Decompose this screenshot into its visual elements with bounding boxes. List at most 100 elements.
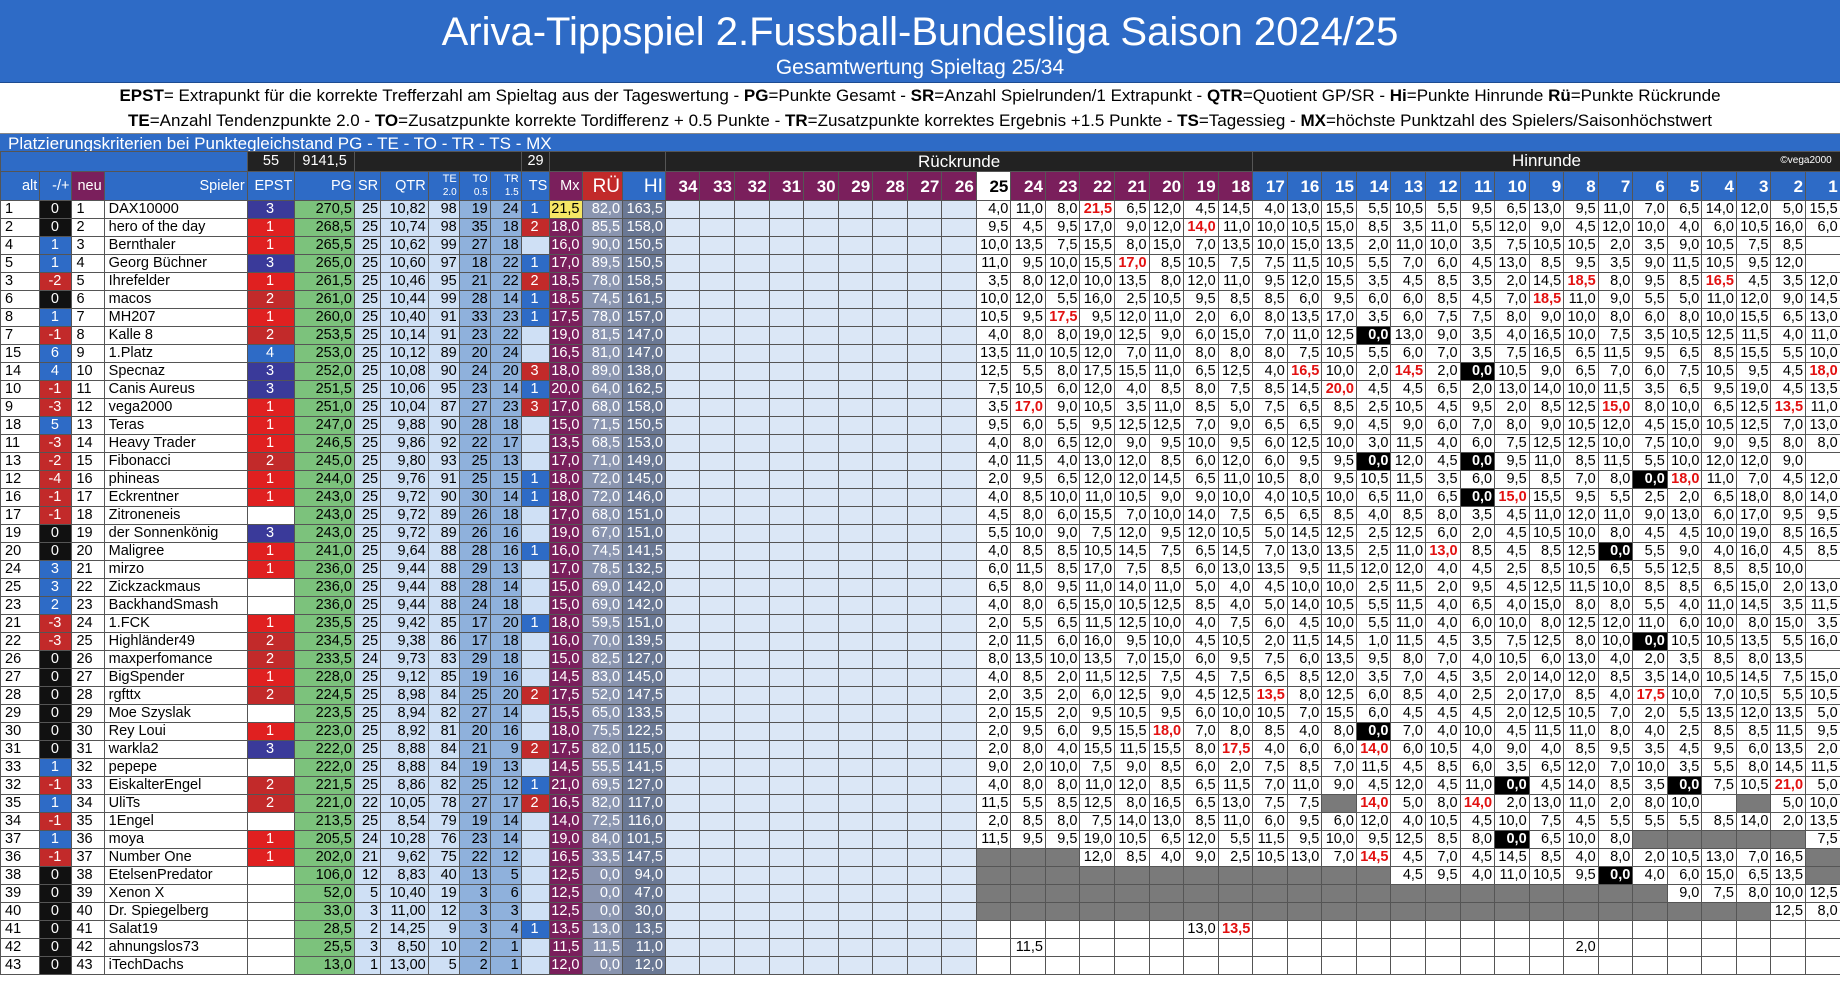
cell-matchday — [803, 272, 839, 291]
cell-matchday: 9,5 — [975, 218, 1012, 237]
cell-matchday: 10,0 — [1701, 308, 1737, 327]
cell-matchday: 3,5 — [1632, 326, 1668, 345]
cell-matchday: 8,5 — [1321, 506, 1357, 525]
cell-matchday: 2,0 — [1632, 848, 1668, 867]
cell-matchday: 15,5 — [1114, 362, 1150, 381]
cell-matchday: 9,5 — [1044, 578, 1081, 597]
cell-matchday — [837, 956, 874, 975]
cell-matchday: 8,5 — [1805, 542, 1840, 561]
cell-matchday — [664, 794, 701, 813]
cell-pg: 202,0 — [294, 848, 355, 867]
cell-matchday — [734, 812, 770, 831]
cell-matchday: 9,5 — [1563, 254, 1599, 273]
cell-spieler: vega2000 — [103, 398, 248, 417]
cell-matchday: 16,5 — [1528, 326, 1565, 345]
cell-te: 91 — [427, 308, 460, 327]
cell-matchday: 11,0 — [1805, 398, 1840, 417]
cell-matchday — [768, 218, 805, 237]
cell-hi: 116,0 — [622, 812, 666, 831]
cell-matchday — [734, 452, 770, 471]
cell-matchday: 11,0 — [1701, 470, 1737, 489]
cell-matchday — [837, 452, 874, 471]
cell-matchday — [768, 740, 805, 759]
cell-matchday: 4,5 — [1770, 362, 1807, 381]
cell-matchday: 5,5 — [1632, 542, 1668, 561]
cell-tr: 18 — [489, 218, 522, 237]
cell-matchday: 9,0 — [1044, 524, 1081, 543]
cell-matchday: 12,0 — [1494, 218, 1530, 237]
cell-matchday: 13,5 — [1805, 380, 1840, 399]
cell-matchday: 13,5 — [1805, 812, 1840, 831]
cell-qtr: 10,06 — [380, 380, 429, 399]
cell-matchday: 7,0 — [1597, 758, 1634, 777]
hinrunde-header: Hinrunde ©vega2000 — [1252, 151, 1840, 172]
cell-matchday: 11,0 — [1563, 722, 1599, 741]
cell-matchday: 8,5 — [1044, 560, 1081, 579]
cell-matchday — [803, 524, 839, 543]
cell-ru: 78,0 — [581, 272, 624, 291]
cell-matchday: 8,0 — [1010, 434, 1046, 453]
cell-matchday: 2,5 — [1355, 398, 1392, 417]
cell-matchday: 14,5 — [1735, 668, 1772, 687]
cell-matchday: 5,5 — [1010, 794, 1046, 813]
cell-matchday: 18,0 — [1735, 488, 1772, 507]
cell-matchday: 9,0 — [1701, 434, 1737, 453]
cell-matchday: 9,0 — [1148, 326, 1185, 345]
cell-matchday: 16,0 — [1079, 290, 1116, 309]
cell-te: 84 — [427, 686, 460, 705]
cell-neu: 20 — [71, 542, 105, 561]
cell-tr: 3 — [489, 902, 522, 921]
cell-matchday — [941, 200, 977, 219]
cell-matchday — [872, 398, 908, 417]
cell-matchday: 6,0 — [1321, 740, 1357, 759]
legend-key: TR — [784, 111, 808, 130]
cell-matchday: 6,5 — [1286, 416, 1323, 435]
cell-alt: 19 — [0, 524, 41, 543]
cell-alt: 6 — [0, 290, 41, 309]
cell-matchday — [803, 812, 839, 831]
cell-mx: 13,5 — [549, 434, 583, 453]
cell-epst: 3 — [246, 380, 296, 399]
cell-matchday — [1563, 956, 1599, 975]
cell-matchday — [1735, 938, 1772, 957]
cell-matchday — [941, 740, 977, 759]
cell-matchday: 11,0 — [1597, 200, 1634, 219]
cell-matchday — [872, 758, 908, 777]
cell-matchday: 7,5 — [1079, 524, 1116, 543]
cell-matchday: 13,0 — [1805, 578, 1840, 597]
cell-sr: 25 — [353, 416, 382, 435]
cell-pg: 251,0 — [294, 398, 355, 417]
cell-matchday: 8,5 — [1770, 236, 1807, 255]
cell-matchday: 11,0 — [1148, 578, 1185, 597]
cell-matchday: 4,5 — [1390, 272, 1427, 291]
cell-matchday: 7,5 — [1217, 506, 1254, 525]
cell-spieler: ahnungslos73 — [103, 938, 248, 957]
cell-qtr: 10,82 — [380, 200, 429, 219]
cell-matchday — [664, 308, 701, 327]
col-header-to-label: TO — [472, 173, 488, 185]
cell-matchday — [872, 452, 908, 471]
cell-spieler: 1Engel — [103, 812, 248, 831]
cell-matchday: 4,0 — [975, 596, 1012, 615]
cell-matchday: 13,0 — [1805, 308, 1840, 327]
cell-pg: 13,0 — [294, 956, 355, 975]
cell-matchday — [699, 920, 735, 939]
cell-matchday: 3,5 — [1770, 272, 1807, 291]
cell-matchday — [941, 524, 977, 543]
cell-neu: 13 — [71, 416, 105, 435]
cell-matchday: 12,0 — [1183, 830, 1219, 849]
cell-matchday: 13,5 — [1010, 650, 1046, 669]
cell-spieler: BackhandSmash — [103, 596, 248, 615]
summary-row: 55 9141,5 29 Rückrunde Hinrunde ©vega2000 — [0, 151, 1840, 172]
cell-matchday: 6,0 — [1425, 254, 1461, 273]
cell-matchday — [1666, 938, 1703, 957]
cell-matchday: 2,5 — [1632, 488, 1668, 507]
cell-matchday: 2,0 — [1494, 398, 1530, 417]
cell-matchday — [1079, 884, 1116, 903]
cell-matchday — [803, 362, 839, 381]
cell-matchday: 6,0 — [1355, 686, 1392, 705]
cell-matchday: 4,5 — [1252, 578, 1288, 597]
cell-matchday — [768, 704, 805, 723]
col-header-matchday: 34 — [664, 171, 701, 201]
summary-epst: 55 — [246, 151, 296, 172]
